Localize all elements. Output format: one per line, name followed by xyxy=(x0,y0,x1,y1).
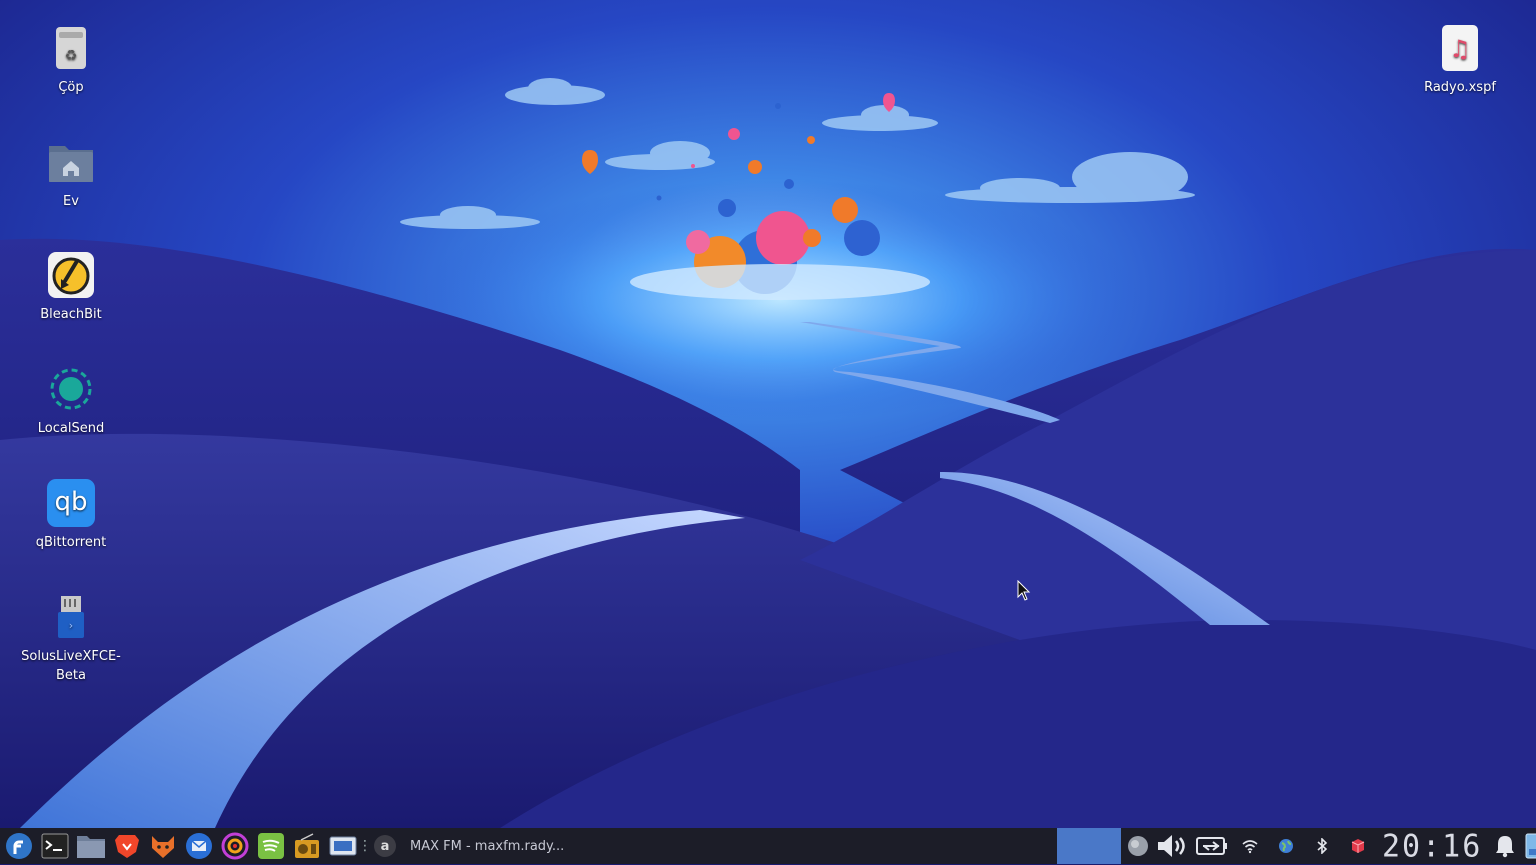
desktop-icon-label: Çöp xyxy=(58,80,84,95)
spotify-icon xyxy=(258,833,284,859)
fedora-menu-icon xyxy=(6,833,32,859)
qbittorrent-icon: qb xyxy=(47,479,95,527)
show-desktop-icon[interactable] xyxy=(1522,828,1536,864)
desktop-icon-qbittorrent[interactable]: qb qBittorrent xyxy=(16,479,126,552)
launcher-brave[interactable] xyxy=(110,829,144,863)
taskbar-separator: ⋮ xyxy=(358,838,372,854)
desktop-icon-trash[interactable]: ♻ Çöp xyxy=(16,24,126,97)
brave-browser-icon xyxy=(115,835,139,858)
svg-text:♻: ♻ xyxy=(65,48,78,64)
desktop-wallpaper xyxy=(0,0,1536,828)
notification-bell-icon[interactable] xyxy=(1488,828,1522,864)
localsend-icon xyxy=(47,365,95,413)
package-icon[interactable] xyxy=(1340,828,1376,864)
desktop-icon-bleachbit[interactable]: BleachBit xyxy=(16,251,126,324)
volume-icon[interactable] xyxy=(1152,828,1192,864)
desktop-icon-label: SolusLiveXFCE-Beta xyxy=(21,649,121,683)
wifi-icon[interactable] xyxy=(1232,828,1268,864)
clock[interactable]: 20:16 xyxy=(1376,827,1488,865)
launcher-radio[interactable] xyxy=(290,829,324,863)
weather-icon[interactable] xyxy=(1124,828,1152,864)
desktop-icon-label: qBittorrent xyxy=(35,535,107,550)
thunderbird-icon xyxy=(186,833,212,859)
svg-text:›: › xyxy=(69,619,73,632)
launcher-librewolf[interactable] xyxy=(146,829,180,863)
radio-icon xyxy=(295,833,319,858)
task-window-max-fm[interactable]: a MAX FM - maxfm.rady... xyxy=(370,829,1034,863)
system-tray: 20:16 xyxy=(1124,828,1536,864)
desktop-icon-label: Radyo.xspf xyxy=(1424,80,1496,95)
bluetooth-icon[interactable] xyxy=(1304,828,1340,864)
launcher-thunderbird[interactable] xyxy=(182,829,216,863)
music-file-icon: ♫ xyxy=(1436,24,1484,72)
home-folder-icon xyxy=(47,138,95,186)
trash-icon: ♻ xyxy=(47,24,95,72)
desktop-icon-label: LocalSend xyxy=(37,421,105,436)
launcher-spotify[interactable] xyxy=(254,829,288,863)
bleachbit-icon xyxy=(47,251,95,299)
usb-drive-icon: › xyxy=(47,593,95,641)
launcher-obs[interactable] xyxy=(218,829,252,863)
launcher-terminal[interactable] xyxy=(38,829,72,863)
desktop-icon-localsend[interactable]: LocalSend xyxy=(16,365,126,438)
launcher-screenshot[interactable] xyxy=(326,829,360,863)
obs-icon xyxy=(221,832,249,860)
launcher-file-manager[interactable] xyxy=(74,829,108,863)
screenshot-icon xyxy=(329,836,357,856)
app-window-icon: a xyxy=(374,835,396,857)
librewolf-icon xyxy=(152,836,174,858)
task-window-title: MAX FM - maxfm.rady... xyxy=(410,838,565,854)
network-globe-icon[interactable] xyxy=(1268,828,1304,864)
desktop-icon-home[interactable]: Ev xyxy=(16,138,126,211)
desktop-icon-label: BleachBit xyxy=(40,307,102,322)
terminal-icon xyxy=(41,833,69,859)
app-menu-button[interactable] xyxy=(2,829,36,863)
desktop-icon-usb-drive[interactable]: › SolusLiveXFCE-Beta xyxy=(16,593,126,685)
file-manager-icon xyxy=(77,836,105,858)
workspace-switcher[interactable] xyxy=(1057,828,1121,864)
battery-icon[interactable] xyxy=(1192,828,1232,864)
desktop-icon-label: Ev xyxy=(63,194,79,209)
desktop-icon-radyo[interactable]: ♫ Radyo.xspf xyxy=(1405,24,1515,97)
mouse-cursor-icon xyxy=(1017,580,1031,601)
svg-text:♫: ♫ xyxy=(1449,35,1471,63)
